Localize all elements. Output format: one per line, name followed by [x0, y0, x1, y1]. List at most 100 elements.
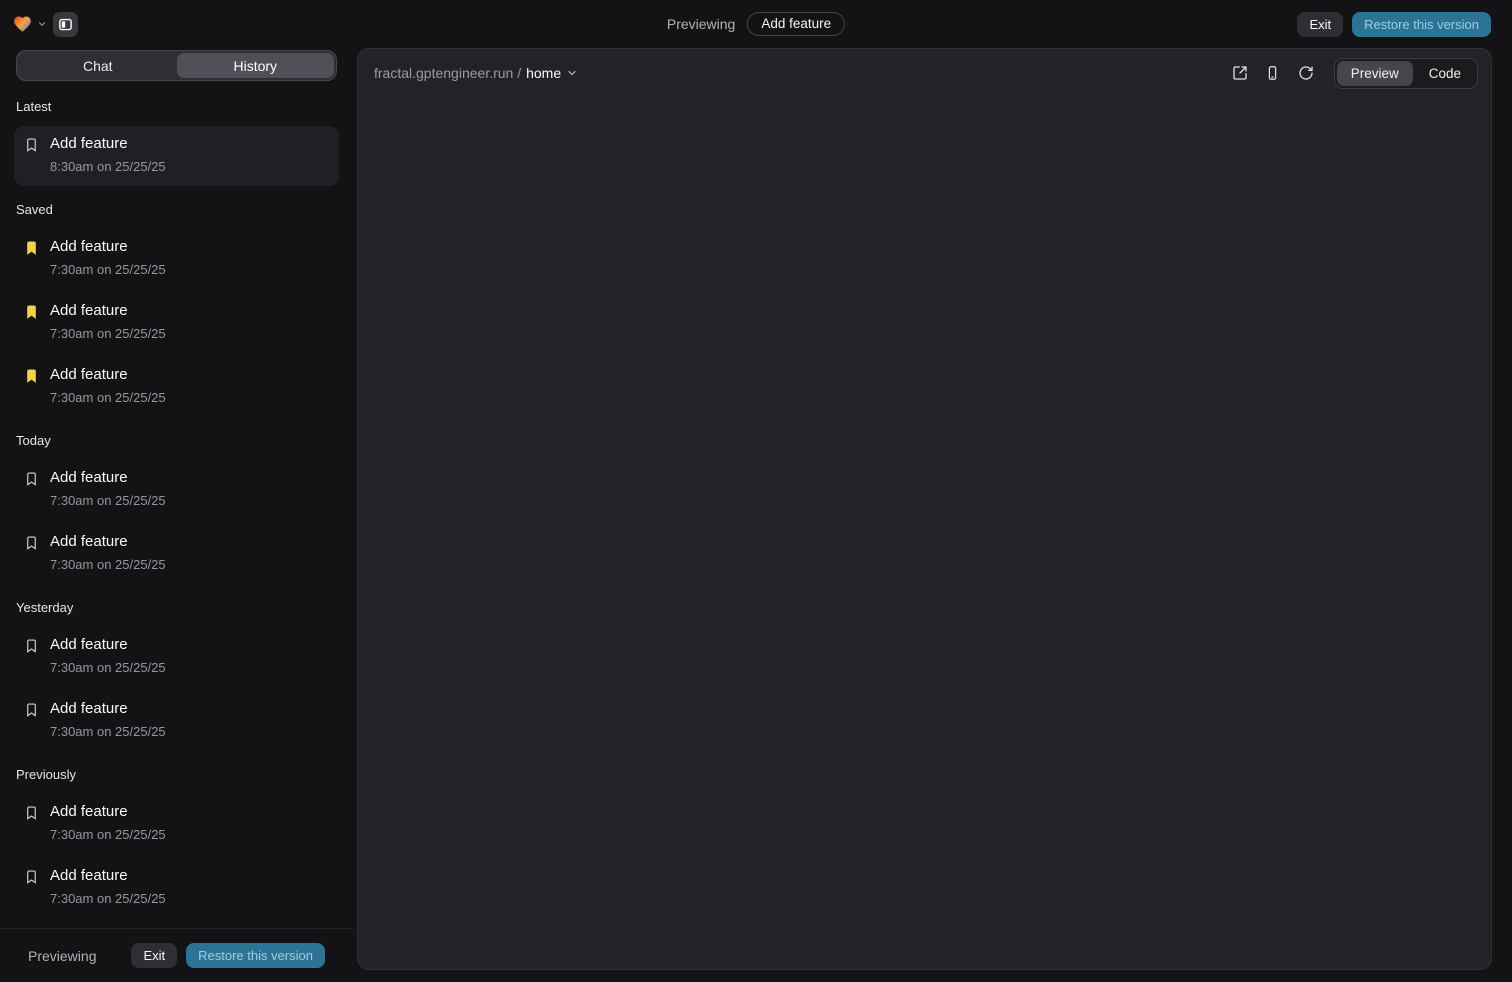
item-title: Add feature — [50, 532, 166, 552]
item-time: 7:30am on 25/25/25 — [50, 723, 166, 741]
history-item-text: Add feature 7:30am on 25/25/25 — [50, 866, 166, 908]
open-in-new-tab-button[interactable] — [1227, 60, 1253, 86]
history-item-text: Add feature 7:30am on 25/25/25 — [50, 635, 166, 677]
toggle-code[interactable]: Code — [1415, 61, 1475, 86]
history-list: Latest Add feature 8:30am on 25/25/25 Sa… — [0, 81, 353, 928]
item-title: Add feature — [50, 802, 166, 822]
chevron-down-icon — [37, 19, 47, 29]
section-title: Saved — [16, 202, 337, 217]
preview-panel: fractal.gptengineer.run / home — [357, 48, 1492, 970]
bookmark-icon — [24, 805, 39, 821]
item-title: Add feature — [50, 866, 166, 886]
history-item[interactable]: Add feature 7:30am on 25/25/25 — [14, 691, 339, 751]
footer-previewing-label: Previewing — [28, 948, 96, 964]
mobile-device-icon — [1265, 65, 1280, 81]
bookmark-icon — [24, 869, 39, 885]
bookmark-icon — [24, 304, 39, 320]
refresh-button[interactable] — [1293, 60, 1319, 86]
url-prefix: fractal.gptengineer.run / — [374, 65, 521, 81]
history-item[interactable]: Add feature 7:30am on 25/25/25 — [14, 357, 339, 417]
history-item-text: Add feature 7:30am on 25/25/25 — [50, 468, 166, 510]
external-link-icon — [1232, 65, 1248, 81]
item-time: 7:30am on 25/25/25 — [50, 826, 166, 844]
workspace-menu-button[interactable] — [12, 14, 47, 34]
footer-exit-button[interactable]: Exit — [131, 943, 177, 968]
history-section: Latest Add feature 8:30am on 25/25/25 — [14, 99, 339, 186]
bookmark-icon — [24, 368, 39, 384]
url-current-page: home — [526, 65, 561, 81]
item-time: 7:30am on 25/25/25 — [50, 325, 166, 343]
history-item-text: Add feature 7:30am on 25/25/25 — [50, 699, 166, 741]
item-time: 7:30am on 25/25/25 — [50, 261, 166, 279]
history-item[interactable]: Add feature 7:30am on 25/25/25 — [14, 858, 339, 918]
footer-restore-version-button[interactable]: Restore this version — [186, 943, 325, 968]
tab-history[interactable]: History — [177, 53, 335, 78]
tab-chat[interactable]: Chat — [19, 53, 177, 78]
history-item[interactable]: Add feature 7:30am on 25/25/25 — [14, 794, 339, 854]
refresh-icon — [1298, 65, 1314, 81]
topbar: Previewing Add feature Exit Restore this… — [0, 0, 1512, 48]
exit-button[interactable]: Exit — [1297, 12, 1343, 37]
history-item-text: Add feature 7:30am on 25/25/25 — [50, 237, 166, 279]
section-items: Add feature 8:30am on 25/25/25 — [14, 126, 339, 186]
lovable-heart-logo — [12, 14, 33, 34]
restore-version-button[interactable]: Restore this version — [1352, 12, 1491, 37]
item-title: Add feature — [50, 365, 166, 385]
history-section: Yesterday Add feature 7:30am on 25/25/25… — [14, 600, 339, 751]
section-items: Add feature 7:30am on 25/25/25 Add featu… — [14, 794, 339, 918]
item-title: Add feature — [50, 699, 166, 719]
history-item-text: Add feature 7:30am on 25/25/25 — [50, 365, 166, 407]
toggle-preview[interactable]: Preview — [1337, 61, 1413, 86]
mobile-view-button[interactable] — [1260, 60, 1286, 86]
item-title: Add feature — [50, 635, 166, 655]
history-item[interactable]: Add feature 7:30am on 25/25/25 — [14, 293, 339, 353]
section-title: Yesterday — [16, 600, 337, 615]
history-item[interactable]: Add feature 7:30am on 25/25/25 — [14, 229, 339, 289]
history-item-text: Add feature 7:30am on 25/25/25 — [50, 301, 166, 343]
history-item-text: Add feature 8:30am on 25/25/25 — [50, 134, 166, 176]
section-title: Latest — [16, 99, 337, 114]
history-item-text: Add feature 7:30am on 25/25/25 — [50, 532, 166, 574]
sidebar: Chat History Latest Add feature 8:30am o… — [0, 48, 353, 982]
view-mode-toggle: Preview Code — [1334, 58, 1478, 89]
bookmark-icon — [24, 535, 39, 551]
panel-left-icon — [58, 17, 73, 32]
sidebar-toggle-button[interactable] — [53, 12, 78, 37]
item-time: 7:30am on 25/25/25 — [50, 389, 166, 407]
item-time: 7:30am on 25/25/25 — [50, 890, 166, 908]
history-item[interactable]: Add feature 8:30am on 25/25/25 — [14, 126, 339, 186]
preview-viewport[interactable] — [358, 97, 1491, 969]
bookmark-icon — [24, 240, 39, 256]
history-section: Today Add feature 7:30am on 25/25/25 Add… — [14, 433, 339, 584]
page-url-selector[interactable]: fractal.gptengineer.run / home — [374, 65, 578, 81]
history-item[interactable]: Add feature 7:30am on 25/25/25 — [14, 524, 339, 584]
sidebar-footer: Previewing Exit Restore this version — [0, 928, 353, 982]
preview-panel-header: fractal.gptengineer.run / home — [358, 49, 1491, 97]
history-item[interactable]: Add feature 7:30am on 25/25/25 — [14, 460, 339, 520]
bookmark-icon — [24, 137, 39, 153]
section-items: Add feature 7:30am on 25/25/25 Add featu… — [14, 229, 339, 417]
item-title: Add feature — [50, 134, 166, 154]
section-title: Previously — [16, 767, 337, 782]
item-title: Add feature — [50, 301, 166, 321]
section-items: Add feature 7:30am on 25/25/25 Add featu… — [14, 627, 339, 751]
bookmark-icon — [24, 638, 39, 654]
previewing-label: Previewing — [667, 16, 735, 32]
chat-history-tabs: Chat History — [16, 50, 337, 81]
bookmark-icon — [24, 471, 39, 487]
item-time: 8:30am on 25/25/25 — [50, 158, 166, 176]
history-item-text: Add feature 7:30am on 25/25/25 — [50, 802, 166, 844]
item-time: 7:30am on 25/25/25 — [50, 659, 166, 677]
history-section: Previously Add feature 7:30am on 25/25/2… — [14, 767, 339, 918]
item-time: 7:30am on 25/25/25 — [50, 492, 166, 510]
history-section: Saved Add feature 7:30am on 25/25/25 Add… — [14, 202, 339, 417]
item-time: 7:30am on 25/25/25 — [50, 556, 166, 574]
item-title: Add feature — [50, 468, 166, 488]
section-items: Add feature 7:30am on 25/25/25 Add featu… — [14, 460, 339, 584]
history-item[interactable]: Add feature 7:30am on 25/25/25 — [14, 627, 339, 687]
bookmark-icon — [24, 702, 39, 718]
version-badge[interactable]: Add feature — [747, 12, 845, 36]
chevron-down-icon — [566, 67, 578, 79]
item-title: Add feature — [50, 237, 166, 257]
section-title: Today — [16, 433, 337, 448]
